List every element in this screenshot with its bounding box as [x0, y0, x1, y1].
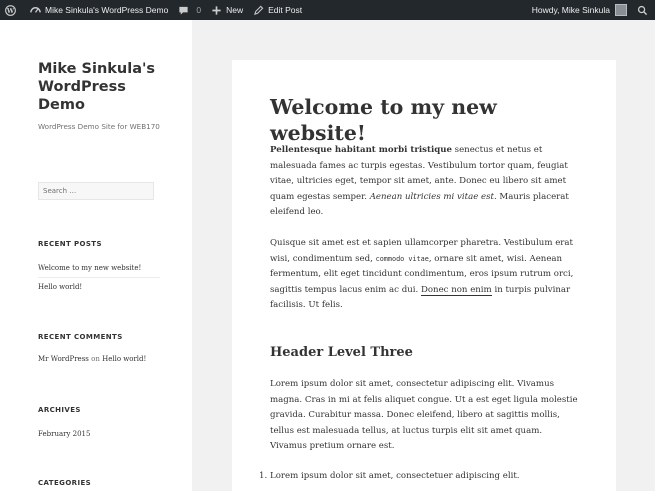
post-title: Welcome to my new website! — [270, 95, 497, 145]
list-item-number: 1. — [259, 471, 268, 481]
wordpress-logo-menu[interactable]: W — [0, 0, 25, 20]
svg-text:W: W — [6, 6, 15, 14]
italic-text: Aenean ultricies mi vitae est. — [369, 191, 497, 202]
edit-post-link[interactable]: Edit Post — [248, 0, 307, 20]
site-name-menu[interactable]: Mike Sinkula's WordPress Demo — [25, 0, 173, 20]
comment-bubble-icon — [179, 6, 188, 15]
inline-link[interactable]: Donec non enim — [420, 284, 492, 296]
dashboard-icon — [30, 6, 41, 13]
site-name-label: Mike Sinkula's WordPress Demo — [45, 5, 169, 15]
list-item-text: Lorem ipsum dolor sit amet, consectetuer… — [270, 471, 520, 481]
search-placeholder: Search … — [43, 187, 77, 195]
search-icon — [637, 5, 648, 15]
plus-icon — [212, 5, 221, 15]
post-paragraph-1: Pellentesque habitant morbi tristique se… — [270, 143, 580, 221]
comment-on-label: on — [91, 355, 100, 363]
recent-posts-list: Welcome to my new website! Hello world! — [38, 263, 160, 304]
comments-menu[interactable]: 0 — [173, 0, 206, 20]
bold-text: Pellentesque habitant morbi tristique — [270, 145, 452, 155]
wordpress-logo-icon: W — [5, 4, 16, 16]
categories-heading: CATEGORIES — [38, 479, 92, 487]
site-description: WordPress Demo Site for WEB170 — [38, 122, 160, 131]
comments-count: 0 — [196, 5, 202, 15]
archives-list: February 2015 — [38, 429, 160, 451]
admin-bar: W Mike Sinkula's WordPress Demo 0 New Ed… — [0, 0, 655, 20]
recent-post-item[interactable]: Welcome to my new website! — [38, 263, 160, 278]
search-input[interactable]: Search … — [38, 182, 154, 200]
avatar — [615, 4, 627, 16]
howdy-label: Howdy, Mike Sinkula — [531, 5, 610, 15]
inline-code: commodo vitae — [375, 254, 429, 263]
recent-comments-heading: RECENT COMMENTS — [38, 333, 123, 341]
section-heading: Header Level Three — [270, 345, 413, 360]
recent-comment-item: Mr WordPress on Hello world! — [38, 355, 160, 363]
post-paragraph-2: Quisque sit amet est et sapien ullamcorp… — [270, 236, 580, 314]
comment-post-link[interactable]: Hello world! — [102, 355, 146, 363]
pencil-icon — [254, 5, 264, 15]
admin-search-button[interactable] — [632, 0, 655, 20]
new-label: New — [226, 5, 244, 15]
archives-heading: ARCHIVES — [38, 406, 81, 414]
new-content-menu[interactable]: New — [206, 0, 248, 20]
my-account-menu[interactable]: Howdy, Mike Sinkula — [527, 0, 632, 20]
site-title[interactable]: Mike Sinkula's WordPress Demo — [38, 60, 168, 114]
post-paragraph-3: Lorem ipsum dolor sit amet, consectetur … — [270, 379, 578, 451]
edit-post-label: Edit Post — [268, 5, 303, 15]
comment-author-link[interactable]: Mr WordPress — [38, 355, 89, 363]
sidebar: Mike Sinkula's WordPress Demo WordPress … — [0, 20, 192, 491]
ordered-list: 1. Lorem ipsum dolor sit amet, consectetu… — [259, 469, 579, 484]
list-item: 1. Lorem ipsum dolor sit amet, consectetu… — [259, 469, 579, 484]
archive-item[interactable]: February 2015 — [38, 429, 160, 451]
recent-posts-heading: RECENT POSTS — [38, 240, 102, 248]
recent-post-item[interactable]: Hello world! — [38, 282, 160, 304]
post-article: Welcome to my new website! Pellentesque … — [232, 60, 616, 491]
